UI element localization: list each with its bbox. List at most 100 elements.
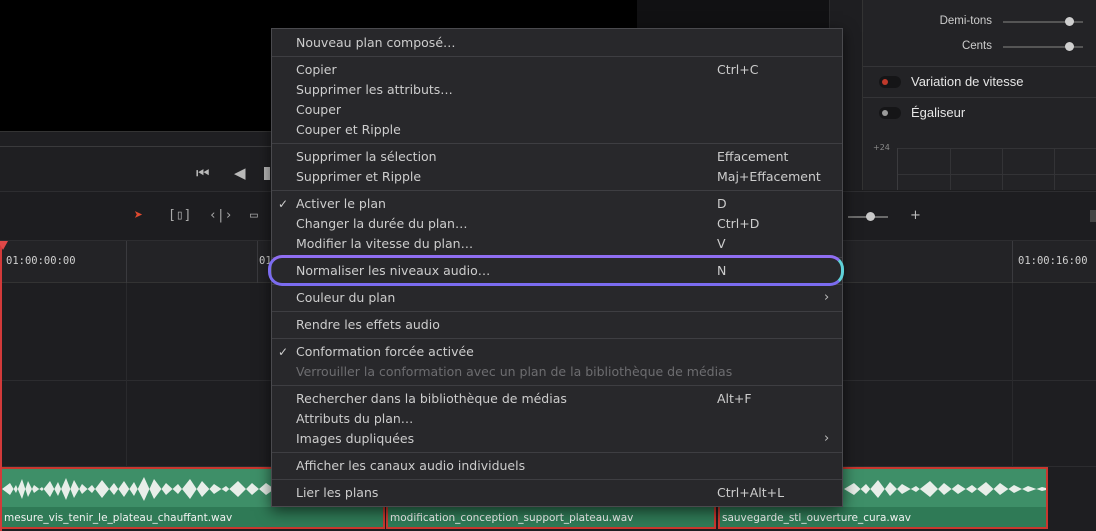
menu-item-force-conform[interactable]: ✓ Conformation forcée activée xyxy=(272,342,842,362)
equalizer-toggle[interactable] xyxy=(879,107,901,119)
menu-item-shortcut: Effacement xyxy=(717,149,789,164)
menu-item-label: Couper et Ripple xyxy=(296,122,401,137)
menu-item-change-duration[interactable]: Changer la durée du plan… Ctrl+D xyxy=(272,214,842,234)
menu-separator xyxy=(272,385,842,386)
equalizer-graph[interactable] xyxy=(897,148,1096,190)
menu-item-duplicate-frames[interactable]: Images dupliquées › xyxy=(272,429,842,449)
play-reverse-icon[interactable]: ◀ xyxy=(234,164,246,182)
slider-label-semitones: Demi-tons xyxy=(939,15,992,27)
menu-item-shortcut: V xyxy=(717,236,726,251)
timeline-gridline xyxy=(1012,283,1013,468)
ruler-tick xyxy=(1012,241,1013,283)
menu-item-ripple-cut[interactable]: Couper et Ripple xyxy=(272,120,842,140)
menu-item-shortcut: Maj+Effacement xyxy=(717,169,821,184)
menu-item-shortcut: D xyxy=(717,196,727,211)
blade-tool-icon[interactable]: ▭ xyxy=(250,208,258,223)
semitones-slider-knob[interactable] xyxy=(1065,17,1074,26)
menu-item-label: Rendre les effets audio xyxy=(296,317,440,332)
menu-item-label: Images dupliquées xyxy=(296,431,415,446)
menu-separator xyxy=(272,338,842,339)
eq-gridline xyxy=(1002,148,1003,190)
skip-to-start-icon[interactable]: ⏮ xyxy=(196,164,210,182)
clip-name: mesure_vis_tenir_le_plateau_chauffant.wa… xyxy=(4,512,233,524)
menu-item-label: Conformation forcée activée xyxy=(296,344,474,359)
menu-item-label: Supprimer les attributs… xyxy=(296,82,453,97)
menu-item-clip-attributes[interactable]: Attributs du plan… xyxy=(272,409,842,429)
menu-separator xyxy=(272,311,842,312)
zoom-in-icon[interactable]: + xyxy=(910,208,921,223)
menu-item-enable-clip[interactable]: ✓ Activer le plan D xyxy=(272,194,842,214)
playhead-handle[interactable] xyxy=(0,241,8,250)
inspector-divider xyxy=(863,97,1096,98)
ruler-tick xyxy=(126,241,127,283)
menu-item-shortcut: Ctrl+C xyxy=(717,62,759,77)
inspector-panel: Demi-tons Cents Variation de vitesse Éga… xyxy=(862,0,1096,190)
eq-gridline xyxy=(950,148,951,190)
menu-item-label: Copier xyxy=(296,62,337,77)
menu-item-label: Rechercher dans la bibliothèque de média… xyxy=(296,391,567,406)
trim-tool-icon[interactable]: [▯] xyxy=(168,208,191,223)
stop-icon[interactable] xyxy=(264,167,270,180)
inspector-divider xyxy=(863,66,1096,67)
menu-item-cut[interactable]: Couper xyxy=(272,100,842,120)
menu-item-new-compound-clip[interactable]: Nouveau plan composé… xyxy=(272,33,842,53)
menu-item-shortcut: Alt+F xyxy=(717,391,752,406)
menu-item-label: Activer le plan xyxy=(296,196,386,211)
selection-tool-icon[interactable]: ➤ xyxy=(134,206,143,224)
clip-name: modification_conception_support_plateau.… xyxy=(390,512,634,524)
submenu-arrow-icon: › xyxy=(824,431,830,446)
section-equalizer[interactable]: Égaliseur xyxy=(911,105,965,120)
menu-item-show-audio-channels[interactable]: Afficher les canaux audio individuels xyxy=(272,456,842,476)
menu-item-clip-color[interactable]: Couleur du plan › xyxy=(272,288,842,308)
dynamic-trim-icon[interactable]: ‹|› xyxy=(209,208,232,223)
menu-item-label: Attributs du plan… xyxy=(296,411,414,426)
eq-gridline xyxy=(898,148,1096,149)
menu-item-remove-attributes[interactable]: Supprimer les attributs… xyxy=(272,80,842,100)
checkmark-icon: ✓ xyxy=(278,197,289,211)
toggle-dot xyxy=(882,110,888,116)
speed-change-toggle[interactable] xyxy=(879,76,901,88)
menu-item-copy[interactable]: Copier Ctrl+C xyxy=(272,60,842,80)
toggle-dot xyxy=(882,79,888,85)
checkmark-icon: ✓ xyxy=(278,345,289,359)
toolbar-edge-icon xyxy=(1090,210,1096,222)
menu-item-label: Supprimer la sélection xyxy=(296,149,437,164)
menu-separator xyxy=(272,143,842,144)
menu-item-lock-conform: Verrouiller la conformation avec un plan… xyxy=(272,362,842,382)
eq-axis-label: +24 xyxy=(873,143,890,152)
menu-item-shortcut: Ctrl+Alt+L xyxy=(717,485,785,500)
menu-item-label: Supprimer et Ripple xyxy=(296,169,422,184)
eq-gridline xyxy=(1054,148,1055,190)
menu-item-label: Lier les plans xyxy=(296,485,379,500)
zoom-slider-knob[interactable] xyxy=(866,212,875,221)
menu-item-find-in-media-pool[interactable]: Rechercher dans la bibliothèque de média… xyxy=(272,389,842,409)
section-speed-change[interactable]: Variation de vitesse xyxy=(911,74,1024,89)
menu-item-ripple-delete[interactable]: Supprimer et Ripple Maj+Effacement xyxy=(272,167,842,187)
menu-item-delete-selection[interactable]: Supprimer la sélection Effacement xyxy=(272,147,842,167)
menu-separator xyxy=(272,56,842,57)
menu-item-label: Modifier la vitesse du plan… xyxy=(296,236,474,251)
submenu-arrow-icon: › xyxy=(824,290,830,305)
menu-separator xyxy=(272,479,842,480)
menu-item-label: Couper xyxy=(296,102,342,117)
menu-separator xyxy=(272,190,842,191)
menu-item-shortcut: Ctrl+D xyxy=(717,216,760,231)
ruler-tick xyxy=(257,241,258,283)
cents-slider-knob[interactable] xyxy=(1065,42,1074,51)
timecode-label: 01:00:00:00 xyxy=(6,255,76,267)
menu-item-link-clips[interactable]: Lier les plans Ctrl+Alt+L xyxy=(272,483,842,503)
menu-item-label: Nouveau plan composé… xyxy=(296,35,456,50)
menu-item-label: Changer la durée du plan… xyxy=(296,216,468,231)
clip-name: sauvegarde_stl_ouverture_cura.wav xyxy=(722,512,911,524)
menu-item-label: Verrouiller la conformation avec un plan… xyxy=(296,364,733,379)
menu-item-change-speed[interactable]: Modifier la vitesse du plan… V xyxy=(272,234,842,254)
highlight-annotation xyxy=(268,255,844,286)
playhead[interactable] xyxy=(0,241,2,531)
eq-gridline xyxy=(898,174,1096,175)
menu-separator xyxy=(272,452,842,453)
timeline-gridline xyxy=(126,283,127,468)
timecode-label: 01:00:16:00 xyxy=(1018,255,1088,267)
menu-item-label: Couleur du plan xyxy=(296,290,396,305)
menu-item-label: Afficher les canaux audio individuels xyxy=(296,458,526,473)
menu-item-render-audio-effects[interactable]: Rendre les effets audio xyxy=(272,315,842,335)
